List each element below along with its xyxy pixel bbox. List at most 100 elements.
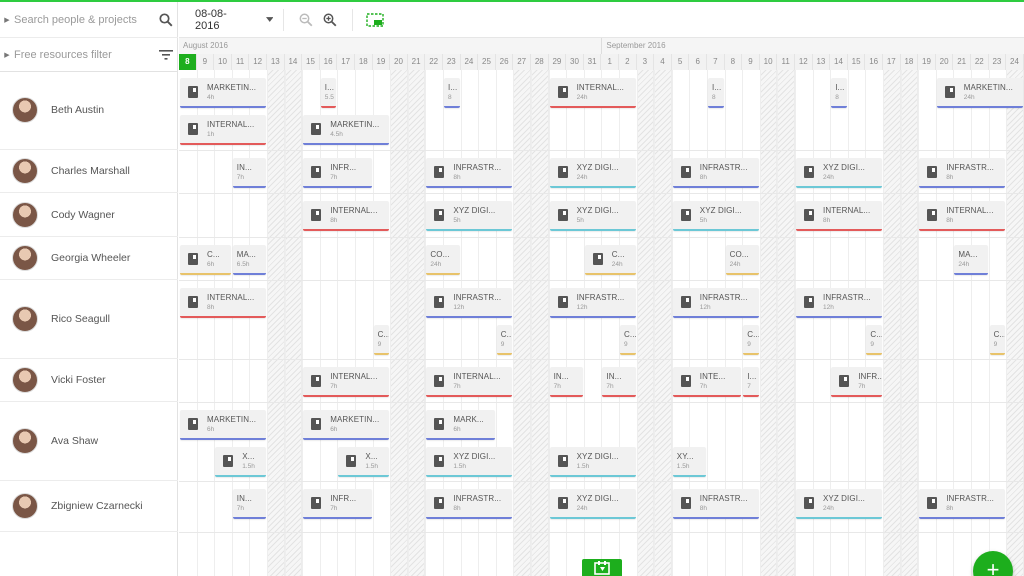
task-block[interactable]: X... 1.5h <box>338 447 390 477</box>
day-header[interactable]: 23 <box>443 54 461 70</box>
day-header[interactable]: 28 <box>531 54 549 70</box>
search-icon[interactable] <box>154 12 178 27</box>
day-header[interactable]: 9 <box>742 54 760 70</box>
task-block[interactable]: MA... 24h <box>954 245 988 275</box>
day-header[interactable]: 5 <box>671 54 690 70</box>
caret-right-icon[interactable]: ▶ <box>0 16 14 24</box>
task-block[interactable]: IN... 7h <box>232 489 266 519</box>
day-header[interactable]: 21 <box>953 54 971 70</box>
task-block[interactable]: C... 9 <box>989 325 1006 355</box>
task-block[interactable]: I... 8 <box>831 78 847 108</box>
task-block[interactable]: C... 9 <box>373 325 390 355</box>
day-header[interactable]: 10 <box>759 54 778 70</box>
task-block[interactable]: CO... 24h <box>725 245 759 275</box>
filter-icon[interactable] <box>154 49 178 60</box>
person-row[interactable]: Charles Marshall <box>0 150 178 193</box>
task-block[interactable]: I... 7 <box>743 367 759 397</box>
day-header[interactable]: 4 <box>654 54 672 70</box>
task-block[interactable]: I... 5.5 <box>320 78 337 108</box>
day-header[interactable]: 12 <box>249 54 267 70</box>
task-block[interactable]: XYZ DIGI... 24h <box>796 158 882 188</box>
task-block[interactable]: INFRASTR... 8h <box>426 489 513 519</box>
person-row[interactable]: Cody Wagner <box>0 193 178 237</box>
day-header[interactable]: 15 <box>302 54 320 70</box>
task-block[interactable]: INFRASTR... 12h <box>796 288 882 318</box>
day-header[interactable]: 19 <box>372 54 391 70</box>
today-button[interactable] <box>582 559 622 576</box>
day-header[interactable]: 21 <box>407 54 426 70</box>
day-header[interactable]: 23 <box>988 54 1007 70</box>
task-block[interactable]: INFRASTR... 12h <box>672 288 759 318</box>
task-block[interactable]: XYZ DIGI... 1.5h <box>549 447 636 477</box>
day-header[interactable]: 20 <box>935 54 954 70</box>
caret-right-icon[interactable]: ▶ <box>0 51 14 59</box>
task-block[interactable]: INFRASTR... 12h <box>549 288 636 318</box>
task-block[interactable]: INFR... 7h <box>831 367 882 397</box>
task-block[interactable]: IN... 7h <box>232 158 266 188</box>
day-header[interactable]: 15 <box>847 54 866 70</box>
task-block[interactable]: MARKETIN... 6h <box>180 410 266 440</box>
day-header[interactable]: 18 <box>355 54 373 70</box>
task-block[interactable]: INFRASTR... 8h <box>672 489 759 519</box>
task-block[interactable]: XYZ DIGI... 24h <box>796 489 882 519</box>
day-header[interactable]: 27 <box>513 54 531 70</box>
task-block[interactable]: CO... 24h <box>426 245 460 275</box>
task-block[interactable]: MARK... 6h <box>426 410 495 440</box>
task-block[interactable]: INTERNAL... 1h <box>180 115 266 145</box>
task-block[interactable]: INTERNAL... 24h <box>549 78 636 108</box>
free-resources-filter-input[interactable]: Free resources filter <box>14 49 154 61</box>
day-header[interactable]: 13 <box>812 54 831 70</box>
day-header[interactable]: 29 <box>548 54 567 70</box>
task-block[interactable]: XYZ DIGI... 1.5h <box>426 447 513 477</box>
day-header[interactable]: 10 <box>214 54 232 70</box>
task-block[interactable]: XYZ DIGI... 5h <box>672 201 759 231</box>
person-row[interactable]: Ava Shaw <box>0 402 178 481</box>
task-block[interactable]: C... 9 <box>866 325 882 355</box>
day-header[interactable]: 22 <box>971 54 989 70</box>
task-block[interactable]: I... 8 <box>444 78 460 108</box>
day-header[interactable]: 16 <box>865 54 883 70</box>
task-block[interactable]: MA... 6.5h <box>232 245 266 275</box>
day-header[interactable]: 25 <box>478 54 496 70</box>
task-block[interactable]: XYZ DIGI... 24h <box>549 158 636 188</box>
task-block[interactable]: INTERNAL... 8h <box>303 201 390 231</box>
task-block[interactable]: INFRASTR... 8h <box>919 158 1006 188</box>
filter-row[interactable]: ▶ Free resources filter <box>0 38 178 72</box>
day-header[interactable]: 11 <box>231 54 250 70</box>
task-block[interactable]: MARKETIN... 24h <box>936 78 1023 108</box>
person-row[interactable]: Beth Austin <box>0 70 178 150</box>
select-range-icon[interactable] <box>363 8 387 32</box>
search-input[interactable]: Search people & projects <box>14 14 154 26</box>
day-header[interactable]: 16 <box>319 54 338 70</box>
day-header[interactable]: 14 <box>284 54 303 70</box>
task-block[interactable]: MARKETIN... 6h <box>303 410 390 440</box>
task-block[interactable]: X... 1.5h <box>215 447 266 477</box>
day-header[interactable]: 22 <box>425 54 443 70</box>
person-row[interactable]: Rico Seagull <box>0 280 178 359</box>
day-header[interactable]: 1 <box>601 54 619 70</box>
day-header[interactable]: 17 <box>337 54 355 70</box>
day-header[interactable]: 14 <box>830 54 848 70</box>
task-block[interactable]: INFR... 7h <box>303 489 372 519</box>
date-picker[interactable]: 08-08-2016 <box>195 8 273 32</box>
task-block[interactable]: XYZ DIGI... 5h <box>549 201 636 231</box>
day-header[interactable]: 3 <box>636 54 655 70</box>
day-header[interactable]: 26 <box>495 54 514 70</box>
day-header[interactable]: 6 <box>689 54 707 70</box>
day-header[interactable]: 13 <box>267 54 285 70</box>
person-row[interactable]: Georgia Wheeler <box>0 237 178 280</box>
day-header[interactable]: 12 <box>795 54 813 70</box>
day-header[interactable]: 17 <box>883 54 901 70</box>
task-block[interactable]: INFRASTR... 8h <box>426 158 513 188</box>
day-header[interactable]: 7 <box>707 54 725 70</box>
person-row[interactable]: Vicki Foster <box>0 359 178 402</box>
date-value[interactable]: 08-08-2016 <box>195 8 248 32</box>
task-block[interactable]: MARKETIN... 4.5h <box>303 115 390 145</box>
task-block[interactable]: IN... 7h <box>549 367 583 397</box>
task-block[interactable]: C... 9 <box>743 325 759 355</box>
today-day-header[interactable]: 8 <box>179 54 197 70</box>
day-header[interactable]: 2 <box>619 54 637 70</box>
task-block[interactable]: INTERNAL... 8h <box>919 201 1006 231</box>
task-block[interactable]: C... 9 <box>496 325 513 355</box>
search-row[interactable]: ▶ Search people & projects <box>0 2 178 38</box>
